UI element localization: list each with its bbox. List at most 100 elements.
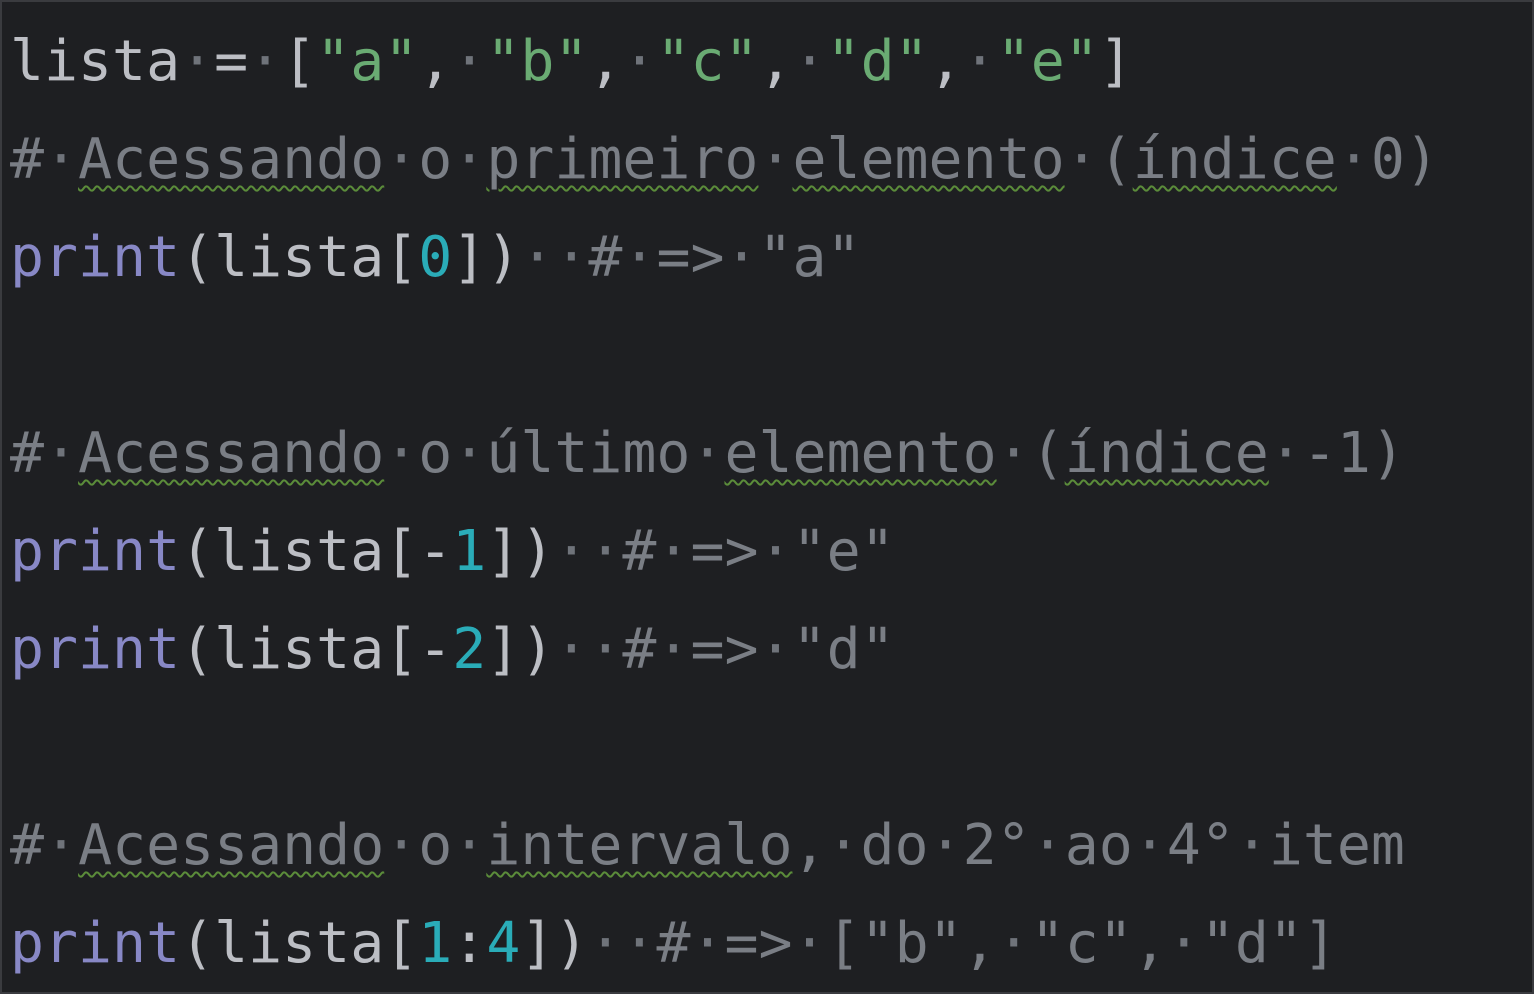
code-line-1[interactable]: lista·=·["a",·"b",·"c",·"d",·"e"]	[10, 27, 1133, 97]
whitespace-dots: ·	[1064, 127, 1099, 192]
comment-text: =>	[690, 519, 759, 584]
comment-word: elemento	[792, 127, 1065, 192]
number-literal: 0	[418, 225, 453, 290]
comment-text: 4°	[1166, 813, 1235, 878]
whitespace-dots: ·	[1268, 421, 1303, 486]
comment-text: #	[588, 225, 623, 290]
code-line-2[interactable]: #·Acessando·o·primeiro·elemento·(índice·…	[10, 125, 1439, 195]
comment-text: #	[10, 421, 45, 486]
code-line-6[interactable]: print(lista[-1])··#·=>·"e"	[10, 517, 895, 587]
whitespace-dots: ·	[384, 421, 419, 486]
number-literal: 1	[452, 519, 487, 584]
comment-text: d	[826, 617, 861, 682]
comment-text: "	[1030, 911, 1065, 976]
comment-word: Acessando	[78, 813, 385, 878]
whitespace-dots: ·	[996, 911, 1031, 976]
comment-text: e	[826, 519, 861, 584]
comment-text: o	[418, 421, 453, 486]
whitespace-dots: ·	[690, 421, 725, 486]
whitespace-dots: ·	[248, 29, 283, 94]
identifier: lista	[214, 519, 385, 584]
comment-text: a	[792, 225, 827, 290]
whitespace-dots: ·	[1336, 127, 1371, 192]
comment-word: primeiro	[486, 127, 759, 192]
whitespace-dots: ·	[622, 225, 657, 290]
builtin-name: print	[10, 617, 181, 682]
whitespace-dots: ·	[758, 519, 793, 584]
comment-text: ",	[928, 911, 997, 976]
whitespace-dots: ·	[452, 29, 487, 94]
comment-text: ["	[826, 911, 895, 976]
punctuation: :	[452, 911, 487, 976]
comment-text: =>	[724, 911, 793, 976]
whitespace-dots: ·	[180, 29, 215, 94]
code-line-3[interactable]: print(lista[0])··#·=>·"a"	[10, 223, 861, 293]
comment-text: "	[860, 617, 895, 682]
whitespace-dots: ·	[792, 29, 827, 94]
punctuation: ,	[758, 29, 793, 94]
whitespace-dots: ·	[452, 127, 487, 192]
punctuation: [-	[384, 519, 453, 584]
punctuation: (	[180, 519, 215, 584]
punctuation: =	[214, 29, 249, 94]
comment-text: "	[860, 519, 895, 584]
comment-text: ",	[1098, 911, 1167, 976]
comment-text: "]	[1268, 911, 1337, 976]
comment-text: d	[1234, 911, 1269, 976]
punctuation: (	[180, 225, 215, 290]
whitespace-dots: ·	[452, 421, 487, 486]
comment-word: intervalo	[486, 813, 793, 878]
whitespace-dots: ·	[1030, 813, 1065, 878]
comment-word: índice	[1132, 127, 1337, 192]
code-line-10[interactable]: print(lista[1:4])··#·=>·["b",·"c",·"d"]	[10, 909, 1337, 979]
comment-text: #	[656, 911, 691, 976]
comment-text: #	[622, 617, 657, 682]
whitespace-dots: ·	[656, 519, 691, 584]
comment-word: Acessando	[78, 421, 385, 486]
identifier: lista	[214, 225, 385, 290]
comment-text: c	[1064, 911, 1099, 976]
comment-text: (	[1098, 127, 1133, 192]
string-literal: "c"	[656, 29, 759, 94]
identifier: lista	[214, 617, 385, 682]
punctuation: (	[180, 911, 215, 976]
whitespace-dots: ·	[1166, 911, 1201, 976]
builtin-name: print	[10, 519, 181, 584]
code-line-5[interactable]: #·Acessando·o·último·elemento·(índice·-1…	[10, 419, 1405, 489]
comment-text: 0)	[1370, 127, 1439, 192]
comment-text: "	[1200, 911, 1235, 976]
whitespace-dots: ·	[758, 617, 793, 682]
string-literal: "b"	[486, 29, 589, 94]
whitespace-dots: ·	[44, 127, 79, 192]
comment-text: ao	[1064, 813, 1133, 878]
whitespace-dots: ·	[452, 813, 487, 878]
number-literal: 2	[452, 617, 487, 682]
comment-text: 2°	[962, 813, 1031, 878]
whitespace-dots: ·	[928, 813, 963, 878]
comment-text: do	[860, 813, 929, 878]
punctuation: ,	[928, 29, 963, 94]
comment-text: #	[10, 127, 45, 192]
code-line-7[interactable]: print(lista[-2])··#·=>·"d"	[10, 615, 895, 685]
comment-text: =>	[656, 225, 725, 290]
whitespace-dots: ·	[44, 421, 79, 486]
whitespace-dots: ·	[826, 813, 861, 878]
code-editor[interactable]: lista·=·["a",·"b",·"c",·"d",·"e"] #·Aces…	[0, 0, 1534, 994]
comment-text: #	[622, 519, 657, 584]
whitespace-dots: ·	[996, 421, 1031, 486]
comment-text: último	[486, 421, 691, 486]
punctuation: ]	[1098, 29, 1133, 94]
whitespace-dots: ·	[792, 911, 827, 976]
punctuation: [-	[384, 617, 453, 682]
punctuation: ])	[486, 617, 555, 682]
punctuation: ])	[452, 225, 521, 290]
punctuation: ])	[520, 911, 589, 976]
whitespace-dots: ··	[554, 617, 623, 682]
whitespace-dots: ·	[384, 127, 419, 192]
comment-text: "	[792, 617, 827, 682]
whitespace-dots: ·	[1132, 813, 1167, 878]
identifier: lista	[10, 29, 181, 94]
whitespace-dots: ·	[690, 911, 725, 976]
code-line-9[interactable]: #·Acessando·o·intervalo,·do·2°·ao·4°·ite…	[10, 811, 1405, 881]
comment-text: item	[1268, 813, 1405, 878]
